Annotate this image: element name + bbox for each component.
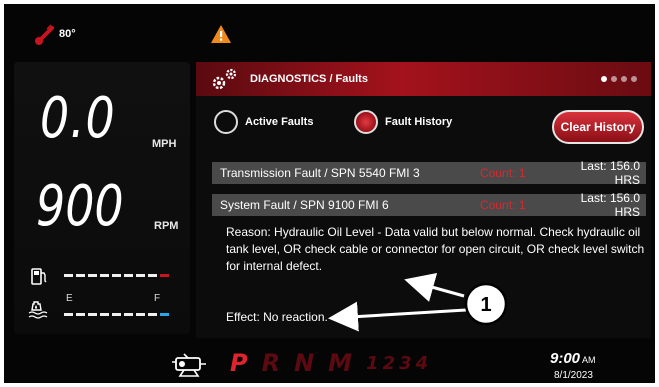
diagnostics-header: DIAGNOSTICS / Faults: [196, 62, 651, 96]
level-segment: [64, 313, 73, 316]
fault-reason-text: Reason: Hydraulic Oil Level - Data valid…: [226, 225, 645, 273]
level-segment: [136, 274, 145, 277]
radio-button[interactable]: [214, 110, 238, 134]
page-dot: [601, 76, 607, 82]
gear-selector: P R N M 1234: [230, 349, 432, 377]
rpm-value: 900: [36, 174, 124, 239]
level-segment: [160, 313, 169, 316]
clock-ampm: AM: [582, 355, 596, 365]
level-segment: [160, 274, 169, 277]
level-segment: [148, 274, 157, 277]
clear-history-button[interactable]: Clear History: [552, 110, 644, 144]
thermometer-icon: [35, 24, 54, 45]
tab-active-faults[interactable]: Active Faults: [214, 110, 313, 134]
level-segment: [76, 274, 85, 277]
level-segment: [112, 313, 121, 316]
clock-time: 9:00: [550, 350, 581, 367]
level-segment: [88, 274, 97, 277]
level-segment: [124, 313, 133, 316]
gears-icon: [212, 68, 237, 90]
gear-p: P: [230, 349, 248, 377]
diagnostics-title: DIAGNOSTICS / Faults: [250, 73, 368, 85]
page-dot: [611, 76, 617, 82]
speed-unit: MPH: [152, 138, 177, 150]
def-level-bar: [64, 313, 169, 316]
level-segment: [100, 274, 109, 277]
page-indicator: [601, 76, 637, 82]
fuel-pump-icon: [31, 268, 47, 285]
gear-n: N: [294, 349, 315, 377]
level-segment: [148, 313, 157, 316]
gear-m: M: [328, 349, 353, 377]
level-segment: [136, 313, 145, 316]
level-segment: [88, 313, 97, 316]
tab-label: Fault History: [385, 116, 453, 128]
fault-count: Count: 1: [480, 166, 526, 180]
level-segment: [124, 274, 133, 277]
tab-label: Active Faults: [245, 116, 314, 128]
level-segment: [112, 274, 121, 277]
level-segment: [100, 313, 109, 316]
level-segment: [76, 313, 85, 316]
clock: 9:00 AM: [550, 350, 596, 368]
speed-value: 0.0: [40, 86, 116, 151]
tab-fault-history[interactable]: Fault History: [354, 110, 452, 134]
fault-last: Last: 156.0 HRS: [580, 191, 640, 219]
diagnostics-panel: DIAGNOSTICS / Faults Active Faults Fault…: [196, 62, 651, 338]
temperature-value: 80°: [59, 28, 76, 40]
page-dot: [621, 76, 627, 82]
fault-row[interactable]: Transmission Fault / SPN 5540 FMI 3 Coun…: [212, 159, 646, 187]
temperature-indicator: 80°: [34, 22, 76, 46]
def-full-label: F: [154, 293, 161, 304]
page-dot: [631, 76, 637, 82]
display-screen: 80° 0.0 MPH 900 RPM E F DIAGNOSTICS / Fa…: [4, 4, 655, 383]
radio-button-selected[interactable]: [354, 110, 378, 134]
transmission-icon: [172, 353, 206, 377]
fault-title: Transmission Fault / SPN 5540 FMI 3: [220, 166, 420, 180]
clock-date: 8/1/2023: [554, 370, 593, 381]
fault-effect-text: Effect: No reaction.: [226, 310, 328, 324]
manual-gears: 1234: [366, 353, 433, 374]
fault-row[interactable]: System Fault / SPN 9100 FMI 6 Count: 1 L…: [212, 191, 646, 219]
def-fluid-icon: [28, 301, 48, 319]
fault-last: Last: 156.0 HRS: [580, 159, 640, 187]
fuel-level-bar: [64, 274, 169, 277]
fault-count: Count: 1: [480, 198, 526, 212]
rpm-unit: RPM: [154, 220, 179, 232]
def-empty-label: E: [66, 293, 73, 304]
gear-r: R: [261, 349, 281, 377]
bottom-bar: P R N M 1234 9:00 AM 8/1/2023: [4, 344, 655, 383]
warning-icon[interactable]: [210, 24, 232, 44]
level-segment: [64, 274, 73, 277]
fault-title: System Fault / SPN 9100 FMI 6: [220, 198, 389, 212]
